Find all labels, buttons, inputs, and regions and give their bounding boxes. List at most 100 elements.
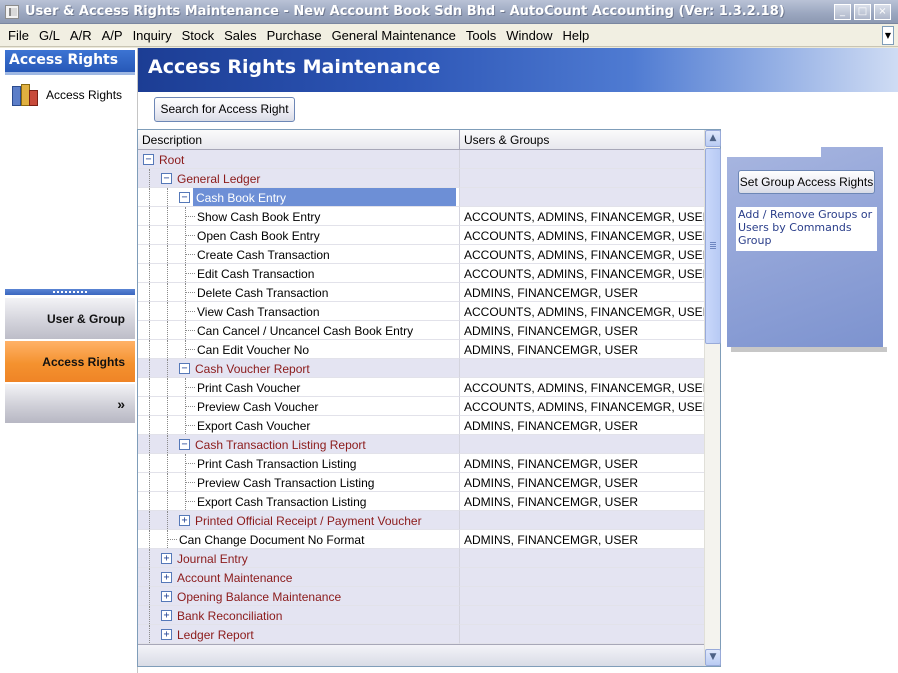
tree-row[interactable]: Print Cash Transaction Listing ADMINS, FI… bbox=[138, 454, 704, 473]
tree-row[interactable]: Open Cash Book Entry ACCOUNTS, ADMINS, FI… bbox=[138, 226, 704, 245]
user-group-button[interactable]: User & Group bbox=[5, 297, 135, 339]
scroll-thumb[interactable] bbox=[705, 148, 721, 344]
users-groups-cell[interactable]: ACCOUNTS, ADMINS, FINANCEMGR, USER bbox=[460, 264, 704, 283]
menu-item-stock[interactable]: Stock bbox=[178, 28, 221, 43]
tree-row[interactable]: Can Cancel / Uncancel Cash Book Entry ADM… bbox=[138, 321, 704, 340]
description-cell[interactable]: Open Cash Book Entry bbox=[138, 226, 460, 245]
tree-group-row[interactable]: + Account Maintenance bbox=[138, 568, 704, 587]
tree-group-row[interactable]: + Opening Balance Maintenance bbox=[138, 587, 704, 606]
nav-item-access-rights[interactable]: Access Rights bbox=[10, 82, 122, 108]
menu-item-tools[interactable]: Tools bbox=[462, 28, 502, 43]
expand-icon[interactable]: + bbox=[179, 515, 190, 526]
column-header-users-groups[interactable]: Users & Groups bbox=[460, 130, 704, 150]
menu-item-purchase[interactable]: Purchase bbox=[263, 28, 328, 43]
tree-row[interactable]: Preview Cash Voucher ACCOUNTS, ADMINS, FI… bbox=[138, 397, 704, 416]
description-cell[interactable]: + Ledger Report bbox=[138, 625, 460, 644]
menu-item-g-l[interactable]: G/L bbox=[35, 28, 66, 43]
collapse-icon[interactable]: − bbox=[179, 439, 190, 450]
users-groups-cell[interactable] bbox=[460, 150, 704, 169]
tree-group-row[interactable]: + Bank Reconciliation bbox=[138, 606, 704, 625]
description-cell[interactable]: − Cash Voucher Report bbox=[138, 359, 460, 378]
users-groups-cell[interactable]: ADMINS, FINANCEMGR, USER bbox=[460, 473, 704, 492]
minimize-button[interactable]: _ bbox=[834, 4, 851, 20]
description-cell[interactable]: + Bank Reconciliation bbox=[138, 606, 460, 625]
description-cell[interactable]: − Cash Transaction Listing Report bbox=[138, 435, 460, 454]
users-groups-cell[interactable] bbox=[460, 169, 704, 188]
menu-item-help[interactable]: Help bbox=[558, 28, 595, 43]
tree-group-row[interactable]: − General Ledger bbox=[138, 169, 704, 188]
tree-group-row[interactable]: − Cash Voucher Report bbox=[138, 359, 704, 378]
description-cell[interactable]: Show Cash Book Entry bbox=[138, 207, 460, 226]
tree-row[interactable]: Edit Cash Transaction ACCOUNTS, ADMINS, F… bbox=[138, 264, 704, 283]
set-group-access-rights-button[interactable]: Set Group Access Rights bbox=[738, 170, 875, 194]
description-cell[interactable]: − Cash Book Entry bbox=[138, 188, 460, 207]
expand-icon[interactable]: + bbox=[161, 572, 172, 583]
users-groups-cell[interactable]: ADMINS, FINANCEMGR, USER bbox=[460, 340, 704, 359]
description-cell[interactable]: Can Edit Voucher No bbox=[138, 340, 460, 359]
more-buttons-button[interactable]: » bbox=[5, 383, 135, 423]
menu-item-file[interactable]: File bbox=[4, 28, 35, 43]
tree-row[interactable]: Export Cash Voucher ADMINS, FINANCEMGR, U… bbox=[138, 416, 704, 435]
description-cell[interactable]: Preview Cash Voucher bbox=[138, 397, 460, 416]
users-groups-cell[interactable]: ADMINS, FINANCEMGR, USER bbox=[460, 416, 704, 435]
tree-group-row[interactable]: − Root bbox=[138, 150, 704, 169]
description-cell[interactable]: + Account Maintenance bbox=[138, 568, 460, 587]
menu-item-window[interactable]: Window bbox=[502, 28, 558, 43]
users-groups-cell[interactable]: ACCOUNTS, ADMINS, FINANCEMGR, USER bbox=[460, 378, 704, 397]
users-groups-cell[interactable]: ACCOUNTS, ADMINS, FINANCEMGR, USER bbox=[460, 397, 704, 416]
users-groups-cell[interactable]: ADMINS, FINANCEMGR, USER bbox=[460, 321, 704, 340]
menu-item-a-p[interactable]: A/P bbox=[98, 28, 129, 43]
users-groups-cell[interactable] bbox=[460, 606, 704, 625]
users-groups-cell[interactable] bbox=[460, 549, 704, 568]
tree-row[interactable]: Export Cash Transaction Listing ADMINS, F… bbox=[138, 492, 704, 511]
chevron-down-icon[interactable]: ▼ bbox=[882, 26, 894, 45]
description-cell[interactable]: Preview Cash Transaction Listing bbox=[138, 473, 460, 492]
users-groups-cell[interactable] bbox=[460, 359, 704, 378]
tree-group-row[interactable]: − Cash Transaction Listing Report bbox=[138, 435, 704, 454]
users-groups-cell[interactable]: ACCOUNTS, ADMINS, FINANCEMGR, USER bbox=[460, 207, 704, 226]
users-groups-cell[interactable] bbox=[460, 188, 704, 207]
expand-icon[interactable]: + bbox=[161, 629, 172, 640]
expand-icon[interactable]: + bbox=[161, 553, 172, 564]
scroll-down-icon[interactable]: ▼ bbox=[705, 649, 721, 666]
description-cell[interactable]: − General Ledger bbox=[138, 169, 460, 188]
description-cell[interactable]: − Root bbox=[138, 150, 460, 169]
collapse-icon[interactable]: − bbox=[179, 192, 190, 203]
users-groups-cell[interactable]: ACCOUNTS, ADMINS, FINANCEMGR, USER bbox=[460, 245, 704, 264]
users-groups-cell[interactable]: ADMINS, FINANCEMGR, USER bbox=[460, 492, 704, 511]
tree-row[interactable]: Can Edit Voucher No ADMINS, FINANCEMGR, U… bbox=[138, 340, 704, 359]
search-access-right-button[interactable]: Search for Access Right bbox=[154, 97, 295, 122]
users-groups-cell[interactable] bbox=[460, 435, 704, 454]
tree-row[interactable]: Can Change Document No Format ADMINS, FIN… bbox=[138, 530, 704, 549]
tree-row[interactable]: Preview Cash Transaction Listing ADMINS, … bbox=[138, 473, 704, 492]
description-cell[interactable]: Export Cash Voucher bbox=[138, 416, 460, 435]
menu-item-sales[interactable]: Sales bbox=[220, 28, 263, 43]
tree-group-row[interactable]: + Printed Official Receipt / Payment Vouc… bbox=[138, 511, 704, 530]
description-cell[interactable]: Can Cancel / Uncancel Cash Book Entry bbox=[138, 321, 460, 340]
description-cell[interactable]: + Opening Balance Maintenance bbox=[138, 587, 460, 606]
users-groups-cell[interactable] bbox=[460, 587, 704, 606]
tree-group-row[interactable]: − Cash Book Entry bbox=[138, 188, 704, 207]
users-groups-cell[interactable]: ADMINS, FINANCEMGR, USER bbox=[460, 530, 704, 549]
nav-splitter-handle[interactable] bbox=[5, 289, 135, 295]
description-cell[interactable]: Delete Cash Transaction bbox=[138, 283, 460, 302]
users-groups-cell[interactable] bbox=[460, 568, 704, 587]
description-cell[interactable]: + Printed Official Receipt / Payment Vouc… bbox=[138, 511, 460, 530]
users-groups-cell[interactable] bbox=[460, 625, 704, 644]
tree-row[interactable]: View Cash Transaction ACCOUNTS, ADMINS, F… bbox=[138, 302, 704, 321]
description-cell[interactable]: View Cash Transaction bbox=[138, 302, 460, 321]
column-header-description[interactable]: Description bbox=[138, 130, 460, 150]
users-groups-cell[interactable]: ACCOUNTS, ADMINS, FINANCEMGR, USER bbox=[460, 302, 704, 321]
collapse-icon[interactable]: − bbox=[161, 173, 172, 184]
description-cell[interactable]: Create Cash Transaction bbox=[138, 245, 460, 264]
description-cell[interactable]: + Journal Entry bbox=[138, 549, 460, 568]
description-cell[interactable]: Print Cash Voucher bbox=[138, 378, 460, 397]
tree-row[interactable]: Delete Cash Transaction ADMINS, FINANCEMG… bbox=[138, 283, 704, 302]
tree-row[interactable]: Create Cash Transaction ACCOUNTS, ADMINS,… bbox=[138, 245, 704, 264]
users-groups-cell[interactable]: ACCOUNTS, ADMINS, FINANCEMGR, USER bbox=[460, 226, 704, 245]
menu-item-general-maintenance[interactable]: General Maintenance bbox=[328, 28, 462, 43]
collapse-icon[interactable]: − bbox=[143, 154, 154, 165]
users-groups-cell[interactable] bbox=[460, 511, 704, 530]
expand-icon[interactable]: + bbox=[161, 591, 172, 602]
menu-item-a-r[interactable]: A/R bbox=[66, 28, 98, 43]
